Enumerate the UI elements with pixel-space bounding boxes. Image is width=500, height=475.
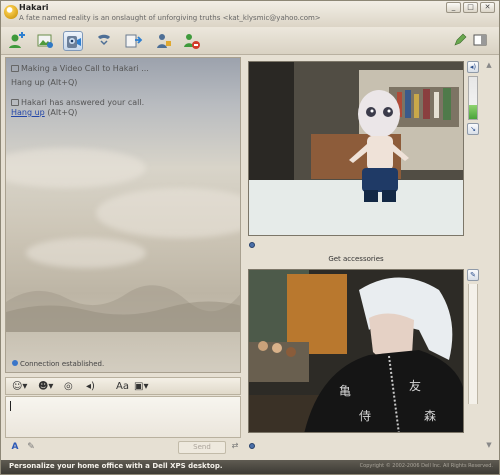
- text-caret: [10, 401, 11, 411]
- send-options-icon[interactable]: ⇄: [229, 441, 241, 454]
- emoticon-icon[interactable]: ☺▾: [12, 380, 27, 393]
- sidebar-scroll[interactable]: ▲ ▼: [483, 61, 495, 451]
- expand-video-icon[interactable]: ↘: [467, 123, 479, 135]
- call-phone-button[interactable]: [94, 31, 114, 51]
- hang-up-action: Hang up (Alt+Q): [11, 78, 77, 87]
- webcam-options-icon[interactable]: [249, 443, 255, 449]
- title-bar[interactable]: Hakari A fate named reality is an onslau…: [1, 1, 499, 27]
- contact-avatar-icon: [4, 5, 18, 19]
- video-call-window: Hakari A fate named reality is an onslau…: [0, 0, 500, 475]
- remote-video-feed: [248, 61, 464, 236]
- add-contact-button[interactable]: [6, 31, 26, 51]
- hang-up-shortcut: (Alt+Q): [47, 108, 78, 117]
- phone-handset-icon: [98, 34, 110, 46]
- minimize-button[interactable]: _: [446, 2, 461, 13]
- pencil-icon[interactable]: [453, 33, 467, 47]
- contact-status-message: A fate named reality is an onslaught of …: [19, 14, 321, 22]
- font-size-icon[interactable]: Aa: [116, 380, 129, 393]
- maximize-button[interactable]: □: [463, 2, 478, 13]
- webcam-small-icon: [11, 65, 19, 72]
- chat-message: Hakari has answered your call.: [11, 98, 144, 107]
- my-webcam-preview: 亀 友 侍 森: [248, 269, 464, 433]
- format-toolbar: ☺▾ ☻▾ ◎ ◂) Aa ▣▾: [5, 377, 241, 395]
- photo-share-icon: [37, 34, 53, 48]
- edit-webcam-icon[interactable]: ✎: [467, 269, 479, 281]
- svg-text:友: 友: [409, 379, 421, 393]
- svg-text:侍: 侍: [359, 409, 371, 423]
- hang-up-action: Hang up (Alt+Q): [11, 108, 77, 117]
- background-icon[interactable]: ▣▾: [134, 380, 148, 393]
- volume-slider[interactable]: [468, 76, 478, 120]
- hang-up-link[interactable]: Hang up: [11, 108, 45, 117]
- message-input[interactable]: [5, 396, 241, 438]
- file-transfer-icon: [125, 34, 143, 48]
- nudge-icon[interactable]: ◎: [64, 380, 73, 393]
- games-button[interactable]: [153, 31, 173, 51]
- chat-message: Making a Video Call to Hakari ...: [11, 64, 149, 73]
- close-button[interactable]: ✕: [480, 2, 495, 13]
- webcam-icon: [67, 36, 81, 48]
- status-dot-icon: [12, 360, 18, 366]
- svg-text:亀: 亀: [339, 384, 351, 398]
- conversation-history[interactable]: Making a Video Call to Hakari ... Hang u…: [5, 57, 241, 373]
- local-video-controls: ✎: [467, 269, 481, 404]
- hang-up-link[interactable]: Hang up: [11, 78, 45, 87]
- send-button[interactable]: Send: [178, 441, 226, 454]
- wink-icon[interactable]: ☻▾: [38, 380, 53, 393]
- block-button[interactable]: [181, 31, 201, 51]
- sidebar-toggle-icon[interactable]: [473, 33, 487, 47]
- send-file-button[interactable]: [123, 31, 143, 51]
- connection-status: Connection established.: [12, 360, 104, 368]
- font-style-icon[interactable]: A: [9, 441, 21, 453]
- ad-text[interactable]: Personalize your home office with a Dell…: [9, 462, 223, 470]
- speaker-icon[interactable]: ◂): [467, 61, 479, 73]
- block-contact-icon: [184, 34, 200, 49]
- local-video-scrollbar[interactable]: [468, 284, 478, 404]
- scroll-up-icon[interactable]: ▲: [483, 61, 495, 69]
- hang-up-shortcut: (Alt+Q): [47, 78, 78, 87]
- video-call-button[interactable]: [63, 31, 83, 51]
- conversation-toolbar: [1, 27, 499, 55]
- scroll-down-icon[interactable]: ▼: [483, 441, 495, 449]
- webcam-small-icon: [11, 99, 19, 106]
- handwriting-icon[interactable]: ✎: [25, 441, 37, 453]
- svg-text:森: 森: [424, 408, 436, 423]
- input-actions: A ✎ Send ⇄: [5, 441, 241, 455]
- get-accessories-link[interactable]: Get accessories: [248, 255, 464, 263]
- ad-copyright: Copyright © 2002-2006 Dell Inc. All Righ…: [359, 463, 493, 469]
- volume-level: [469, 105, 477, 119]
- photos-button[interactable]: [35, 31, 55, 51]
- voice-clip-icon[interactable]: ◂): [86, 380, 95, 393]
- remote-video-frame: [249, 62, 463, 235]
- person-plus-icon: [9, 32, 25, 48]
- local-video-frame: 亀 友 侍 森: [249, 270, 463, 432]
- landscape-background: [6, 285, 240, 332]
- ad-banner[interactable]: Personalize your home office with a Dell…: [1, 460, 499, 474]
- game-icon: [157, 34, 171, 48]
- contact-name: Hakari: [19, 3, 49, 12]
- remote-video-controls: ◂) ↘: [467, 61, 481, 138]
- video-options-icon[interactable]: [249, 242, 255, 248]
